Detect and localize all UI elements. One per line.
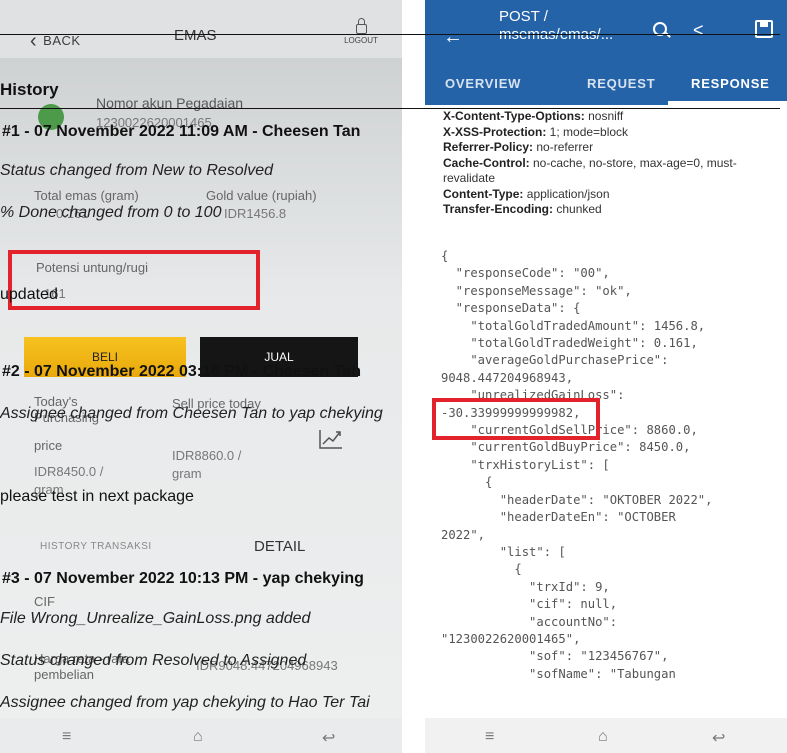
- arrow-left-icon[interactable]: ←: [443, 26, 463, 49]
- gold-value-label: Gold value (rupiah): [206, 188, 317, 203]
- history-change: Status changed from New to Resolved: [0, 162, 274, 179]
- history-title: History: [0, 80, 59, 99]
- menu-icon[interactable]: ≡: [485, 728, 494, 746]
- today-purchasing-value: IDR8450.0 /: [34, 464, 104, 479]
- history-change: Assignee changed from Cheesen Tan to yap…: [0, 405, 383, 422]
- history-note: please test in next package: [0, 488, 194, 505]
- history-change: File Wrong_Unrealize_GainLoss.png added: [0, 610, 311, 627]
- screenshot-gap: [402, 0, 425, 753]
- history-entry-1: #1 - 07 November 2022 11:09 AM - Cheesen…: [2, 123, 361, 140]
- potensi-label: Potensi untung/rugi: [36, 260, 149, 275]
- tab-history-transaksi[interactable]: HISTORY TRANSAKSI: [40, 541, 152, 552]
- header-line: Content-Type: application/json: [443, 186, 610, 201]
- logout-button[interactable]: LOGOUT: [344, 18, 378, 45]
- history-change: Assignee changed from yap chekying to Ha…: [0, 694, 370, 711]
- request-title-line1: POST /: [499, 8, 548, 25]
- save-icon[interactable]: [755, 20, 773, 38]
- tab-request[interactable]: REQUEST: [587, 76, 655, 91]
- home-icon[interactable]: ⌂: [193, 728, 203, 746]
- price-chart-icon[interactable]: [318, 428, 344, 450]
- unrealized-gain-loss-highlight-box: [432, 398, 600, 440]
- home-icon[interactable]: ⌂: [598, 728, 608, 746]
- tab-overview[interactable]: OVERVIEW: [445, 76, 521, 91]
- header-line: Referrer-Policy: no-referrer: [443, 140, 594, 154]
- logout-label: LOGOUT: [344, 36, 378, 45]
- header-line: Transfer-Encoding: chunked: [443, 202, 602, 216]
- gold-value-value: IDR1456.8: [224, 206, 287, 221]
- history-entry-3: #3 - 07 November 2022 10:13 PM - yap che…: [2, 570, 364, 587]
- lock-icon: [355, 18, 367, 34]
- tab-detail[interactable]: DETAIL: [254, 538, 305, 555]
- history-note: updated: [0, 286, 58, 303]
- history-change: Status changed from Resolved to Assigned: [0, 652, 307, 669]
- share-icon[interactable]: <: [693, 20, 704, 41]
- header-line: X-Content-Type-Options: nosniff: [443, 109, 624, 123]
- header-line: X-XSS-Protection: 1; mode=block: [443, 124, 629, 139]
- overlay-rule-top: [0, 34, 780, 36]
- history-entry-2: #2 - 07 November 2022 03:16 PM - Cheesen…: [2, 363, 361, 380]
- app-title: EMAS: [174, 27, 217, 44]
- sell-price-value: IDR8860.0 /: [172, 448, 242, 463]
- tab-response[interactable]: RESPONSE: [691, 76, 770, 91]
- sell-price-unit: gram: [172, 466, 202, 481]
- menu-icon[interactable]: ≡: [62, 728, 71, 746]
- history-change: % Done changed from 0 to 100: [0, 204, 222, 221]
- header-line: Cache-Control: no-cache, no-store, max-a…: [443, 155, 737, 186]
- today-purchasing-label-3: price: [34, 438, 63, 453]
- back-label: BACK: [43, 33, 81, 48]
- request-title: POST / msemas/emas/...: [499, 8, 613, 44]
- response-headers: X-Content-Type-Options: nosniff X-XSS-Pr…: [443, 109, 783, 218]
- back-nav-icon[interactable]: ↩: [322, 728, 335, 748]
- cif-label: CIF: [34, 594, 55, 609]
- active-tab-indicator: [668, 101, 787, 105]
- total-emas-label: Total emas (gram): [34, 188, 139, 203]
- back-nav-icon[interactable]: ↩: [712, 728, 725, 748]
- right-screenshot-response-viewer: ← POST / msemas/emas/... < OVERVIEW REQU…: [425, 0, 787, 753]
- overlay-rule-bottom: [0, 108, 780, 110]
- response-json-body: { "responseCode": "00", "responseMessage…: [441, 249, 713, 681]
